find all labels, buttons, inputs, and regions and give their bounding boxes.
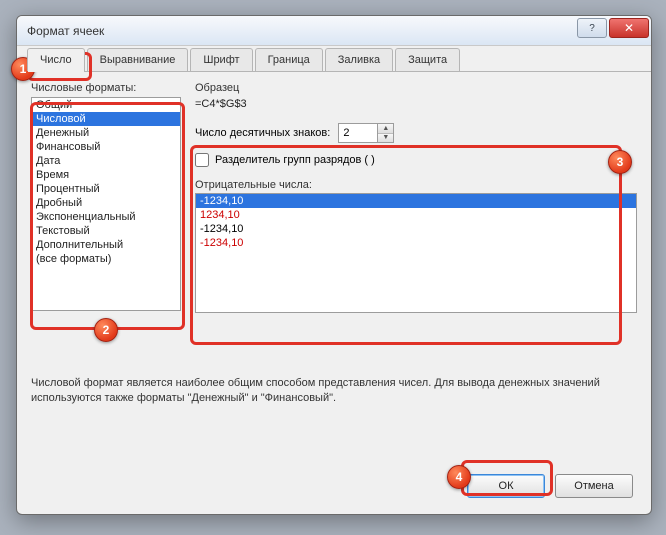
category-item[interactable]: Экспоненциальный bbox=[32, 210, 180, 224]
category-item[interactable]: Дата bbox=[32, 154, 180, 168]
sample-value: =C4*$G$3 bbox=[195, 97, 637, 113]
format-description: Числовой формат является наиболее общим … bbox=[31, 376, 637, 406]
category-item[interactable]: Дробный bbox=[32, 196, 180, 210]
spinner-down[interactable]: ▼ bbox=[378, 134, 393, 143]
cancel-button[interactable]: Отмена bbox=[555, 474, 633, 498]
dialog-title: Формат ячеек bbox=[27, 24, 577, 38]
thousands-separator-row: Разделитель групп разрядов ( ) bbox=[195, 153, 637, 167]
spinner-up[interactable]: ▲ bbox=[378, 124, 393, 134]
tab-protection[interactable]: Защита bbox=[395, 48, 460, 71]
category-list[interactable]: ОбщийЧисловойДенежныйФинансовыйДатаВремя… bbox=[31, 97, 181, 311]
category-item[interactable]: Финансовый bbox=[32, 140, 180, 154]
category-item[interactable]: (все форматы) bbox=[32, 252, 180, 266]
dialog-buttons: ОК Отмена bbox=[467, 474, 633, 498]
tab-number[interactable]: Число bbox=[27, 48, 85, 71]
tabstrip: Число Выравнивание Шрифт Граница Заливка… bbox=[17, 46, 651, 72]
negative-number-item[interactable]: -1234,10 bbox=[196, 236, 636, 250]
negative-number-item[interactable]: -1234,10 bbox=[196, 194, 636, 208]
negative-number-item[interactable]: -1234,10 bbox=[196, 222, 636, 236]
window-buttons: ? ✕ bbox=[577, 16, 651, 45]
options-column: Образец =C4*$G$3 Число десятичных знаков… bbox=[195, 82, 637, 313]
category-item[interactable]: Текстовый bbox=[32, 224, 180, 238]
dialog-format-cells: Формат ячеек ? ✕ Число Выравнивание Шриф… bbox=[16, 15, 652, 515]
category-item[interactable]: Общий bbox=[32, 98, 180, 112]
decimal-places-spinner: ▲ ▼ bbox=[338, 123, 394, 143]
negative-numbers-label: Отрицательные числа: bbox=[195, 179, 637, 191]
categories-label: Числовые форматы: bbox=[31, 82, 181, 94]
tab-alignment[interactable]: Выравнивание bbox=[87, 48, 189, 71]
decimal-places-label: Число десятичных знаков: bbox=[195, 127, 330, 139]
tab-pane-number: Числовые форматы: ОбщийЧисловойДенежныйФ… bbox=[17, 72, 651, 313]
category-item[interactable]: Время bbox=[32, 168, 180, 182]
close-button[interactable]: ✕ bbox=[609, 18, 649, 38]
tab-fill[interactable]: Заливка bbox=[325, 48, 393, 71]
category-item[interactable]: Дополнительный bbox=[32, 238, 180, 252]
tab-border[interactable]: Граница bbox=[255, 48, 323, 71]
negative-numbers-list[interactable]: -1234,101234,10-1234,10-1234,10 bbox=[195, 193, 637, 313]
help-button[interactable]: ? bbox=[577, 18, 607, 38]
ok-button[interactable]: ОК bbox=[467, 474, 545, 498]
category-item[interactable]: Процентный bbox=[32, 182, 180, 196]
decimal-places-row: Число десятичных знаков: ▲ ▼ bbox=[195, 123, 637, 143]
category-item[interactable]: Числовой bbox=[32, 112, 180, 126]
category-item[interactable]: Денежный bbox=[32, 126, 180, 140]
tab-font[interactable]: Шрифт bbox=[190, 48, 252, 71]
titlebar[interactable]: Формат ячеек ? ✕ bbox=[17, 16, 651, 46]
close-icon: ✕ bbox=[624, 21, 634, 35]
thousands-separator-checkbox[interactable] bbox=[195, 153, 209, 167]
thousands-separator-label: Разделитель групп разрядов ( ) bbox=[215, 154, 375, 166]
negative-number-item[interactable]: 1234,10 bbox=[196, 208, 636, 222]
sample-label: Образец bbox=[195, 82, 637, 94]
decimal-places-input[interactable] bbox=[338, 123, 378, 143]
client-area: Число Выравнивание Шрифт Граница Заливка… bbox=[17, 46, 651, 514]
category-column: Числовые форматы: ОбщийЧисловойДенежныйФ… bbox=[31, 82, 181, 313]
